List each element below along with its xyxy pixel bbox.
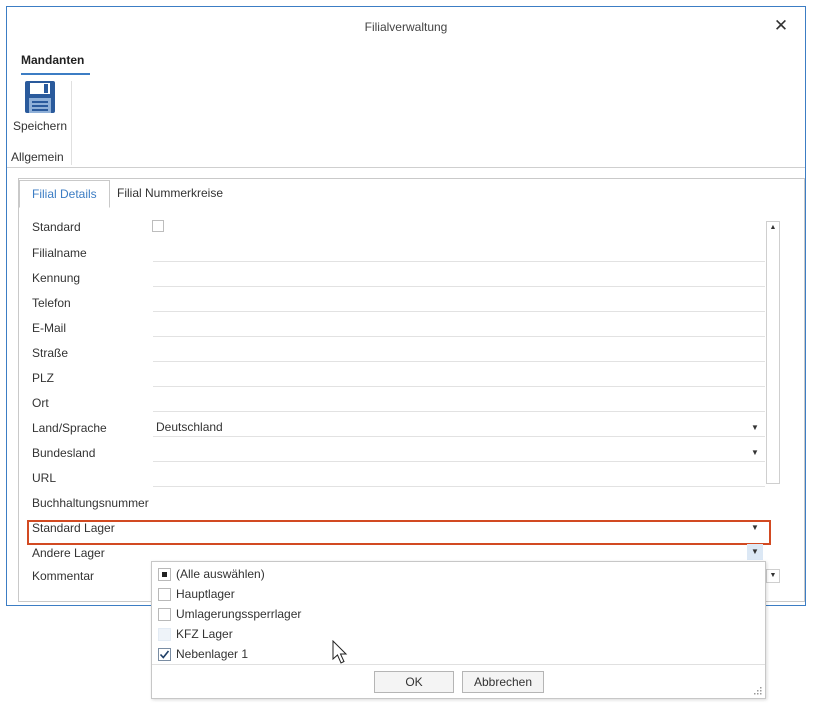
checkmark-icon (159, 650, 170, 659)
checkbox-icon[interactable] (158, 608, 171, 621)
ok-button[interactable]: OK (374, 671, 454, 693)
resize-grip-icon[interactable] (754, 687, 762, 695)
label-kommentar: Kommentar (32, 569, 95, 583)
save-label: Speichern (12, 119, 68, 133)
label-bundesland: Bundesland (32, 446, 96, 460)
popup-footer-divider (152, 664, 765, 665)
andere-lager-dropdown-icon[interactable]: ▼ (747, 544, 763, 560)
label-ort: Ort (32, 396, 49, 410)
standard-lager-highlight (27, 520, 771, 545)
checked-checkbox-icon[interactable] (158, 648, 171, 661)
label-buchhaltungsnummer: Buchhaltungsnummer (32, 496, 149, 510)
label-telefon: Telefon (32, 296, 71, 310)
tab-filial-nummerkreise[interactable]: Filial Nummerkreise (105, 180, 235, 206)
cancel-button[interactable]: Abbrechen (462, 671, 544, 693)
disabled-checkbox-icon[interactable] (158, 628, 171, 641)
url-input[interactable] (153, 486, 765, 487)
filialname-input[interactable] (153, 261, 765, 262)
label-filialname: Filialname (32, 246, 87, 260)
land-select[interactable] (153, 436, 765, 437)
ort-input[interactable] (153, 411, 765, 412)
label-strasse: Straße (32, 346, 69, 360)
window-title: Filialverwaltung (364, 20, 448, 34)
strasse-input[interactable] (153, 361, 765, 362)
label-url: URL (32, 471, 57, 485)
label-land: Land/Sprache (32, 421, 107, 435)
land-dropdown-icon[interactable]: ▼ (751, 423, 759, 432)
telefon-input[interactable] (153, 311, 765, 312)
bundesland-dropdown-icon[interactable]: ▼ (751, 448, 759, 457)
dialog-window: Filialverwaltung ✕ Mandanten Speichern A… (6, 6, 806, 606)
ribbon-tab-mandanten[interactable]: Mandanten (21, 53, 84, 67)
partial-checkbox-icon[interactable] (158, 568, 171, 581)
close-icon[interactable]: ✕ (771, 16, 791, 36)
ribbon-tab-underline (21, 73, 90, 75)
label-plz: PLZ (32, 371, 55, 385)
email-input[interactable] (153, 336, 765, 337)
label-standard: Standard (32, 220, 81, 234)
andere-lager-popup: (Alle auswählen) Hauptlager Umlagerungss… (151, 561, 766, 699)
save-button[interactable]: Speichern (11, 79, 69, 135)
scroll-up-icon[interactable]: ▲ (766, 221, 780, 235)
scrollbar[interactable] (766, 221, 780, 484)
ribbon-bar (7, 77, 805, 168)
land-select-value[interactable]: Deutschland (156, 420, 223, 434)
standard-checkbox[interactable] (152, 220, 164, 232)
label-email: E-Mail (32, 321, 67, 335)
label-kennung: Kennung (32, 271, 81, 285)
checkbox-icon[interactable] (158, 588, 171, 601)
tab-filial-details[interactable]: Filial Details (19, 180, 110, 208)
bundesland-select[interactable] (153, 461, 765, 462)
scroll-down-icon[interactable]: ▼ (766, 569, 780, 583)
ribbon-group-label: Allgemein (11, 150, 64, 164)
mouse-cursor-icon (332, 640, 348, 664)
ribbon-group-separator (71, 81, 72, 165)
kennung-input[interactable] (153, 286, 765, 287)
save-icon (25, 81, 55, 113)
label-andere-lager: Andere Lager (32, 546, 105, 560)
plz-input[interactable] (153, 386, 765, 387)
